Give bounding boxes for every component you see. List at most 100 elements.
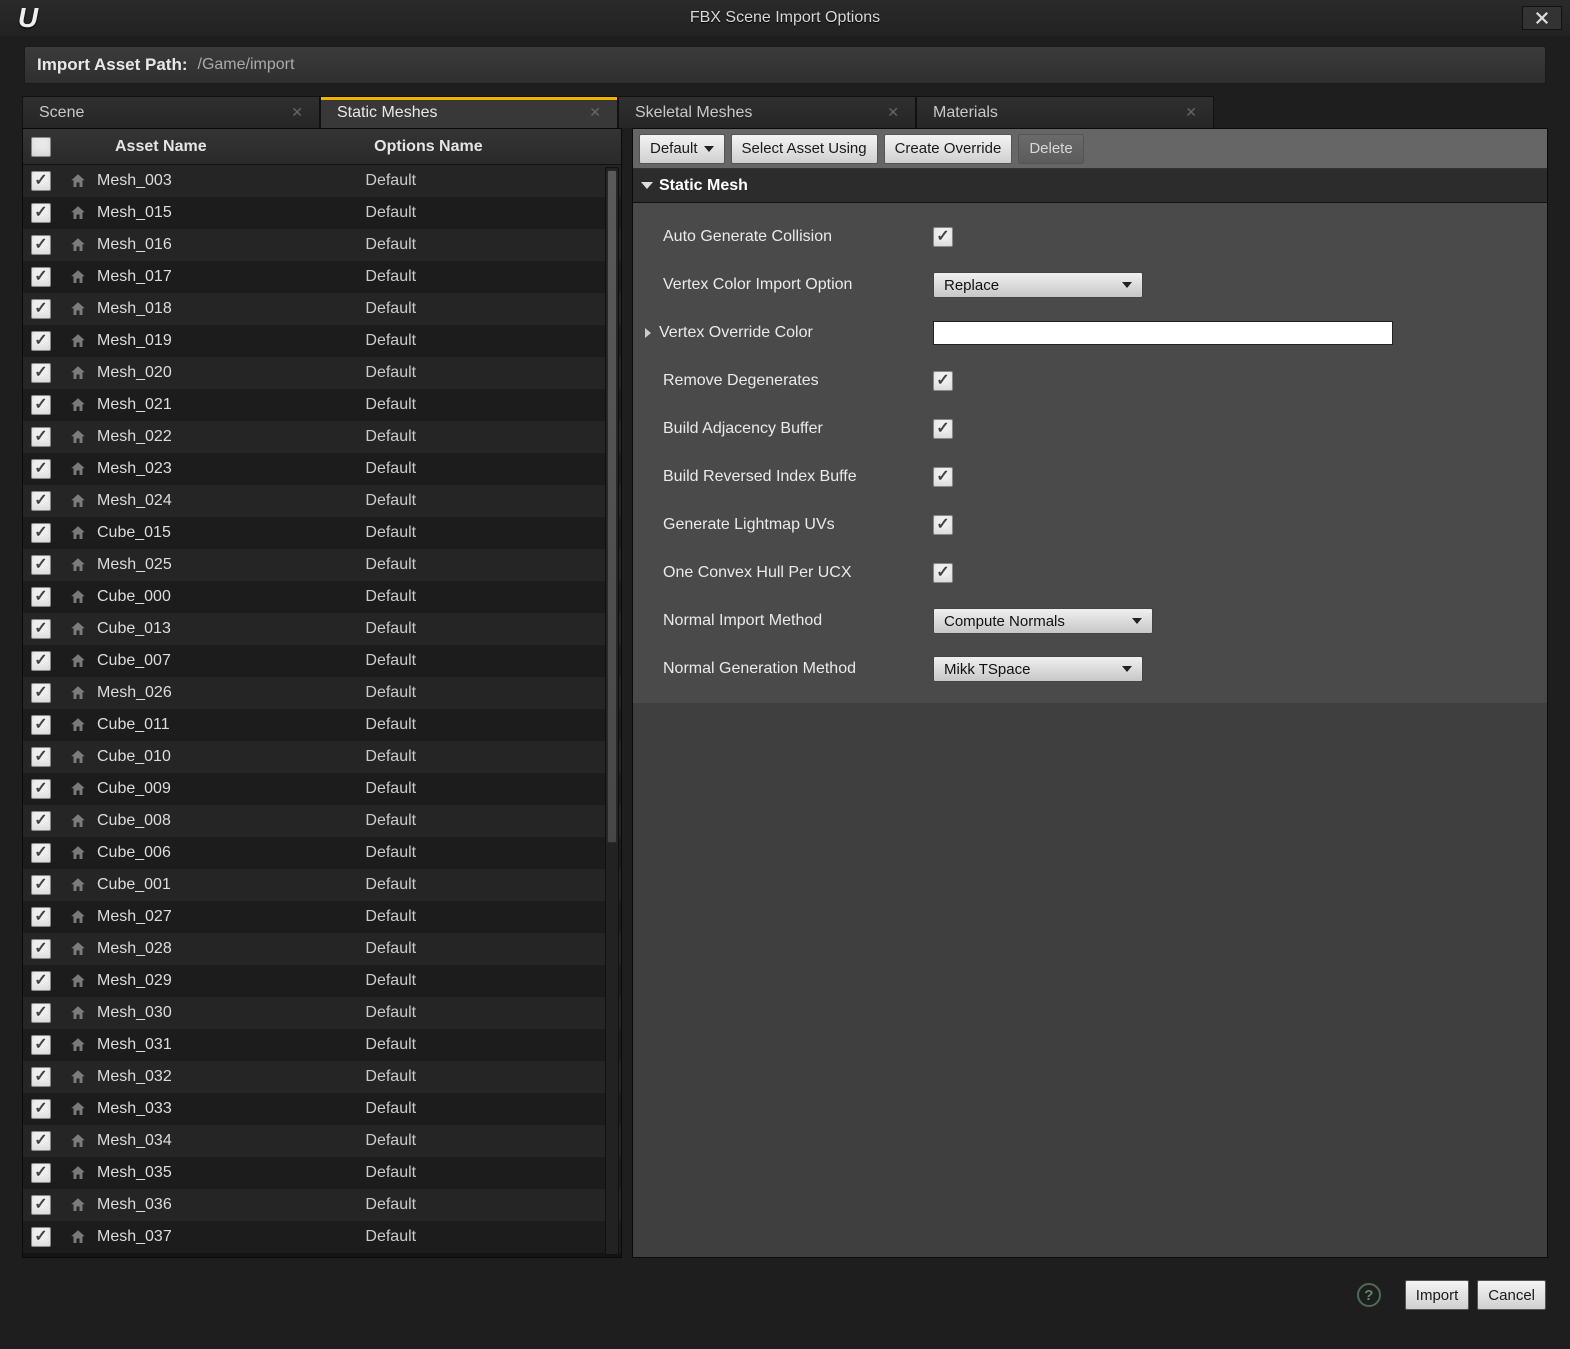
tab-materials[interactable]: Materials✕ [916, 96, 1214, 128]
asset-checkbox[interactable] [31, 267, 51, 287]
tab-close-icon[interactable]: ✕ [291, 104, 303, 121]
asset-checkbox[interactable] [31, 651, 51, 671]
asset-row[interactable]: Cube_010Default [23, 741, 621, 773]
asset-row[interactable]: Cube_009Default [23, 773, 621, 805]
asset-row[interactable]: Mesh_032Default [23, 1061, 621, 1093]
asset-checkbox[interactable] [31, 331, 51, 351]
asset-row[interactable]: Mesh_019Default [23, 325, 621, 357]
asset-checkbox[interactable] [31, 1195, 51, 1215]
asset-checkbox[interactable] [31, 171, 51, 191]
asset-row[interactable]: Cube_008Default [23, 805, 621, 837]
create-override-button[interactable]: Create Override [884, 134, 1013, 164]
tab-skeletal-meshes[interactable]: Skeletal Meshes✕ [618, 96, 916, 128]
cancel-button[interactable]: Cancel [1477, 1280, 1546, 1310]
tab-scene[interactable]: Scene✕ [22, 96, 320, 128]
asset-checkbox[interactable] [31, 491, 51, 511]
normal-import-dropdown[interactable]: Compute Normals [933, 608, 1153, 634]
asset-row[interactable]: Mesh_035Default [23, 1157, 621, 1189]
asset-row[interactable]: Mesh_024Default [23, 485, 621, 517]
asset-checkbox[interactable] [31, 363, 51, 383]
asset-checkbox[interactable] [31, 1163, 51, 1183]
asset-row[interactable]: Mesh_026Default [23, 677, 621, 709]
asset-checkbox[interactable] [31, 523, 51, 543]
asset-checkbox[interactable] [31, 939, 51, 959]
asset-row[interactable]: Cube_007Default [23, 645, 621, 677]
asset-row[interactable]: Cube_013Default [23, 613, 621, 645]
asset-checkbox[interactable] [31, 427, 51, 447]
asset-row[interactable]: Mesh_017Default [23, 261, 621, 293]
header-asset-name[interactable]: Asset Name [83, 138, 374, 156]
asset-checkbox[interactable] [31, 811, 51, 831]
reversed-index-checkbox[interactable] [933, 467, 953, 487]
asset-row[interactable]: Mesh_022Default [23, 421, 621, 453]
import-button[interactable]: Import [1405, 1280, 1470, 1310]
close-button[interactable] [1522, 6, 1562, 30]
asset-row[interactable]: Cube_011Default [23, 709, 621, 741]
asset-checkbox[interactable] [31, 235, 51, 255]
prop-label[interactable]: Vertex Override Color [653, 324, 933, 342]
asset-checkbox[interactable] [31, 203, 51, 223]
asset-checkbox[interactable] [31, 1067, 51, 1087]
asset-row[interactable]: Mesh_023Default [23, 453, 621, 485]
asset-row[interactable]: Cube_015Default [23, 517, 621, 549]
asset-row[interactable]: Cube_006Default [23, 837, 621, 869]
asset-row[interactable]: Mesh_027Default [23, 901, 621, 933]
default-preset-dropdown[interactable]: Default [639, 134, 725, 164]
tab-close-icon[interactable]: ✕ [887, 104, 899, 121]
asset-row[interactable]: Mesh_030Default [23, 997, 621, 1029]
asset-checkbox[interactable] [31, 1227, 51, 1247]
asset-checkbox[interactable] [31, 875, 51, 895]
normal-generation-dropdown[interactable]: Mikk TSpace [933, 656, 1143, 682]
asset-checkbox[interactable] [31, 619, 51, 639]
asset-row[interactable]: Mesh_025Default [23, 549, 621, 581]
asset-checkbox[interactable] [31, 683, 51, 703]
asset-checkbox[interactable] [31, 1035, 51, 1055]
asset-row[interactable]: Mesh_031Default [23, 1029, 621, 1061]
header-options-name[interactable]: Options Name [374, 138, 621, 156]
adjacency-checkbox[interactable] [933, 419, 953, 439]
tab-close-icon[interactable]: ✕ [589, 104, 601, 121]
delete-button[interactable]: Delete [1018, 134, 1083, 164]
asset-checkbox[interactable] [31, 843, 51, 863]
asset-row[interactable]: Mesh_037Default [23, 1221, 621, 1253]
asset-checkbox[interactable] [31, 395, 51, 415]
asset-row[interactable]: Cube_000Default [23, 581, 621, 613]
asset-checkbox[interactable] [31, 555, 51, 575]
section-header[interactable]: Static Mesh [633, 169, 1547, 203]
asset-row[interactable]: Mesh_015Default [23, 197, 621, 229]
asset-row[interactable]: Mesh_036Default [23, 1189, 621, 1221]
asset-checkbox[interactable] [31, 747, 51, 767]
auto-collision-checkbox[interactable] [933, 227, 953, 247]
scrollbar-thumb[interactable] [607, 170, 617, 843]
asset-row[interactable]: Mesh_021Default [23, 389, 621, 421]
vertex-override-color-swatch[interactable] [933, 321, 1393, 345]
select-asset-using-button[interactable]: Select Asset Using [731, 134, 878, 164]
asset-row[interactable]: Mesh_020Default [23, 357, 621, 389]
asset-checkbox[interactable] [31, 299, 51, 319]
asset-checkbox[interactable] [31, 715, 51, 735]
import-path-value[interactable]: /Game/import [198, 56, 295, 74]
convex-hull-checkbox[interactable] [933, 563, 953, 583]
asset-checkbox[interactable] [31, 971, 51, 991]
asset-checkbox[interactable] [31, 907, 51, 927]
asset-row[interactable]: Mesh_029Default [23, 965, 621, 997]
asset-row[interactable]: Mesh_034Default [23, 1125, 621, 1157]
help-icon[interactable]: ? [1357, 1283, 1381, 1307]
asset-row[interactable]: Mesh_003Default [23, 165, 621, 197]
asset-checkbox[interactable] [31, 1131, 51, 1151]
tab-close-icon[interactable]: ✕ [1185, 104, 1197, 121]
remove-degenerates-checkbox[interactable] [933, 371, 953, 391]
asset-row[interactable]: Mesh_028Default [23, 933, 621, 965]
asset-row[interactable]: Mesh_016Default [23, 229, 621, 261]
asset-checkbox[interactable] [31, 1099, 51, 1119]
vertex-color-dropdown[interactable]: Replace [933, 272, 1143, 298]
asset-checkbox[interactable] [31, 587, 51, 607]
tab-static-meshes[interactable]: Static Meshes✕ [320, 96, 618, 128]
select-all-checkbox[interactable] [31, 137, 51, 157]
asset-checkbox[interactable] [31, 1003, 51, 1023]
asset-row[interactable]: Mesh_033Default [23, 1093, 621, 1125]
asset-row[interactable]: Cube_001Default [23, 869, 621, 901]
asset-row[interactable]: Mesh_018Default [23, 293, 621, 325]
asset-list-scrollbar[interactable] [605, 167, 619, 1255]
asset-checkbox[interactable] [31, 459, 51, 479]
